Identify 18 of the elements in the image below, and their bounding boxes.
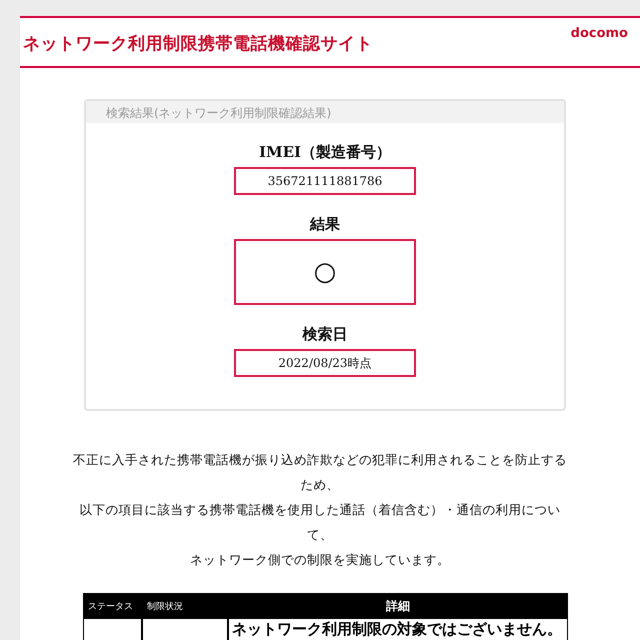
value-box: 2022/08/23時点 (234, 349, 416, 377)
field-label: IMEI（製造番号） (258, 143, 392, 162)
field-label: 結果 (310, 215, 340, 234)
column-header: ステータス (83, 593, 142, 619)
column-header: 詳細 (228, 593, 568, 619)
result-box: ○ (234, 239, 416, 305)
logo: docomo (570, 26, 628, 43)
site-title: ネットワーク利用制限携帯電話機確認サイト (23, 32, 373, 54)
notice-text: て、 (307, 526, 333, 544)
value-box: 356721111881786 (234, 167, 416, 195)
card-heading: 検索結果(ネットワーク利用制限確認結果) (86, 101, 564, 123)
notice-text: 以下の項目に該当する携帯電話機を使用した通話（着信含む）・通信の利用につい (80, 501, 560, 519)
table-cell: ネットワーク利用制限の対象ではございません。 (228, 619, 568, 640)
notice-text: 不正に入手された携帯電話機が振り込め詐欺などの犯罪に利用されることを防止する (73, 451, 567, 469)
column-header: 制限状況 (142, 593, 228, 619)
notice-text: ため、 (300, 476, 340, 494)
notice-text: ネットワーク側での制限を実施しています。 (190, 551, 450, 569)
field-label: 検索日 (302, 325, 348, 344)
